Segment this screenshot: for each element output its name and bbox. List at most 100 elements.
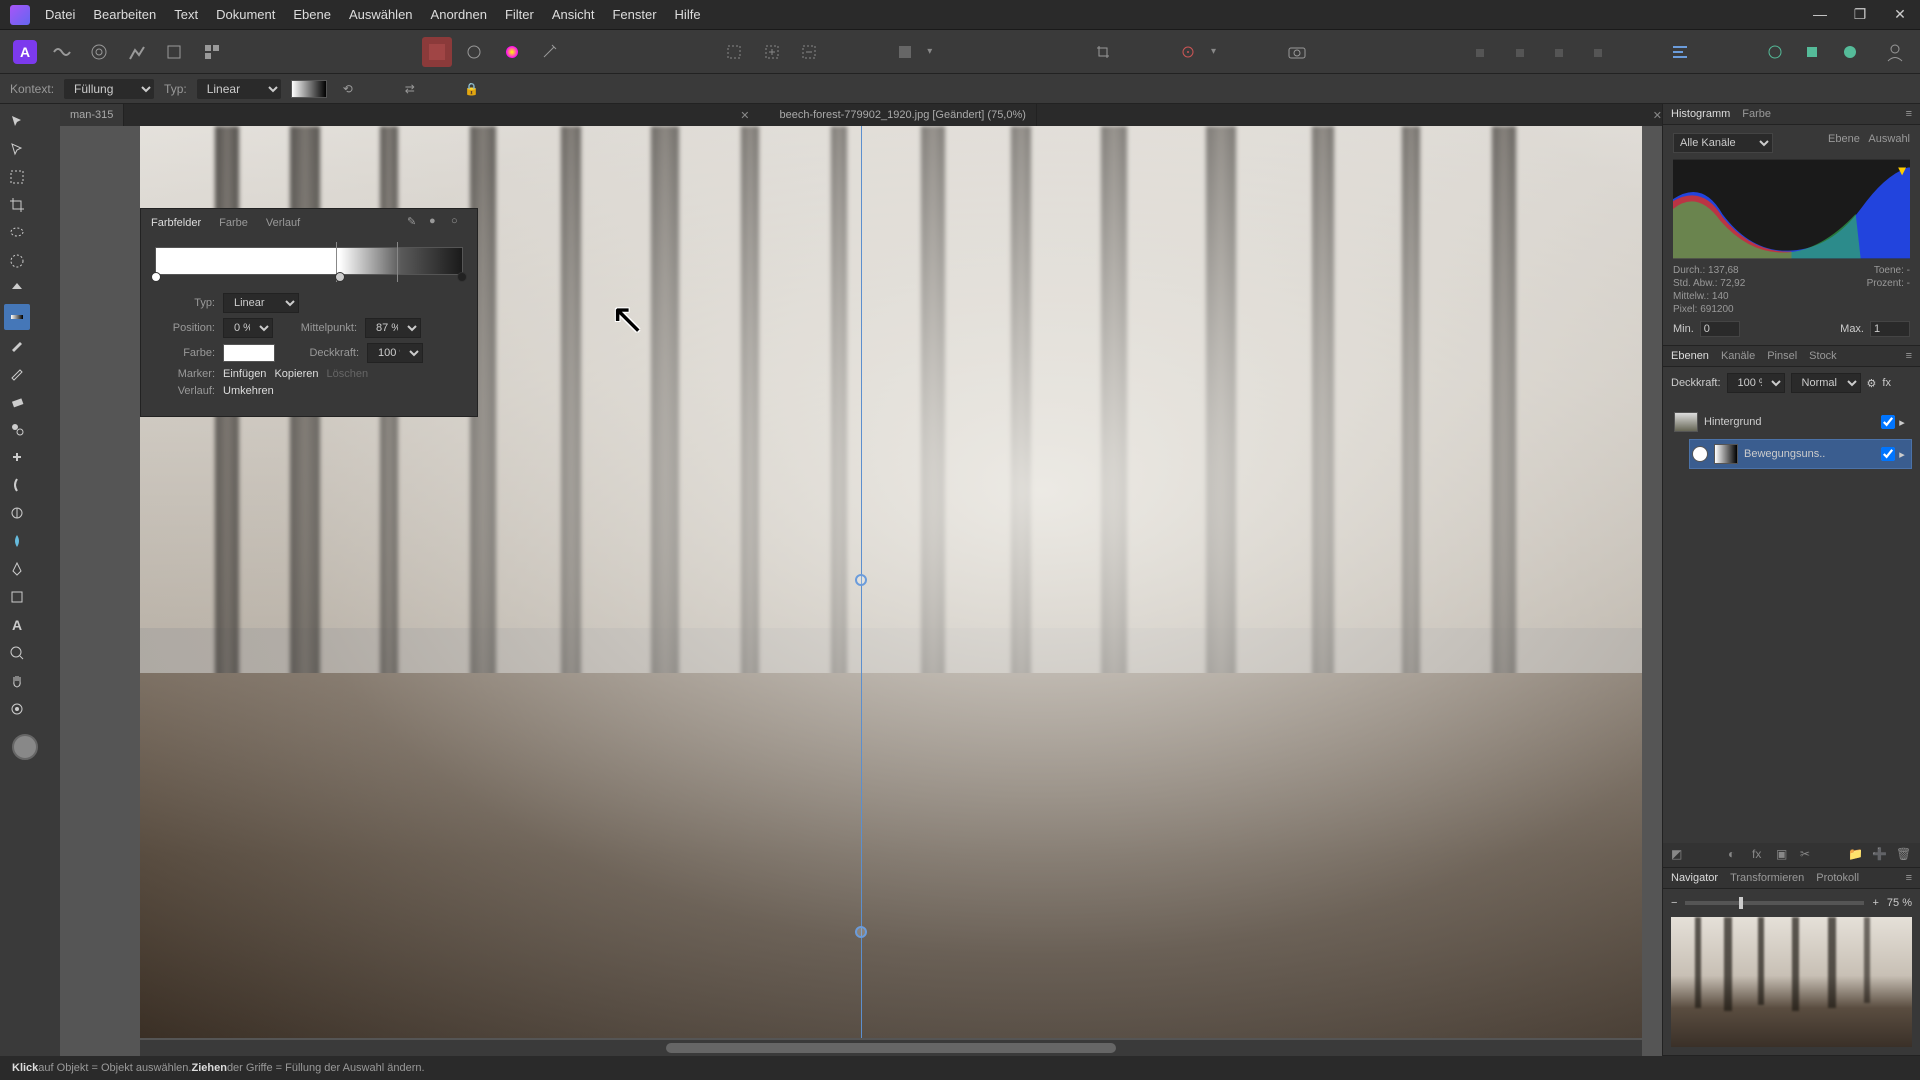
arrange-front-icon[interactable] <box>1580 37 1609 67</box>
menu-fenster[interactable]: Fenster <box>612 7 656 22</box>
account-icon[interactable] <box>1881 37 1910 67</box>
eraser-tool-icon[interactable] <box>4 388 30 414</box>
document-tab[interactable]: man-315 <box>60 104 124 126</box>
ebene-toggle[interactable]: Ebene <box>1828 133 1860 145</box>
circle-filled-icon[interactable]: ● <box>429 215 445 231</box>
gradient-editor-bar[interactable] <box>155 247 463 275</box>
tab-close-icon[interactable]: ✕ <box>740 109 749 122</box>
gear-icon[interactable]: ⚙ <box>1867 377 1877 390</box>
auswahl-toggle[interactable]: Auswahl <box>1868 133 1910 145</box>
flood-tool-icon[interactable] <box>4 276 30 302</box>
zoom-in-button[interactable]: + <box>1872 897 1878 909</box>
layer-opacity-field[interactable]: 100 % <box>1727 373 1785 393</box>
layer-item[interactable]: Hintergrund ▸ <box>1671 407 1912 437</box>
reverse-icon[interactable]: ⇄ <box>399 78 421 100</box>
layer-item[interactable]: Bewegungsuns.. ▸ <box>1689 439 1912 469</box>
photo-persona-icon[interactable] <box>422 37 451 67</box>
color-picker-tool-icon[interactable] <box>4 696 30 722</box>
histogram-tab[interactable]: Histogramm <box>1671 108 1730 120</box>
panel-menu-icon[interactable]: ≡ <box>1906 108 1912 120</box>
tab-close-icon[interactable]: ✕ <box>1653 109 1662 122</box>
insert-stop-link[interactable]: Einfügen <box>223 368 266 380</box>
sync-icon[interactable] <box>1760 37 1789 67</box>
close-icon[interactable]: ✕ <box>1890 6 1910 23</box>
cloud-icon[interactable] <box>1798 37 1827 67</box>
brushes-tab[interactable]: Pinsel <box>1767 350 1797 362</box>
eyedropper-icon[interactable]: ✎ <box>407 215 423 231</box>
arrange-back-icon[interactable] <box>1467 37 1496 67</box>
crop-tool-icon[interactable] <box>4 192 30 218</box>
mask-icon[interactable]: ◩ <box>1671 847 1687 863</box>
adjustment-icon[interactable]: ◐ <box>1728 847 1744 863</box>
liquify-persona-icon[interactable] <box>460 37 489 67</box>
max-field[interactable] <box>1870 321 1910 337</box>
history-tab[interactable]: Protokoll <box>1816 872 1859 884</box>
quickmask-icon[interactable] <box>890 37 919 67</box>
gradient-tab[interactable]: Verlauf <box>266 217 300 229</box>
crop-mask-icon[interactable]: ✂ <box>1800 847 1816 863</box>
stop-color-swatch[interactable] <box>223 344 275 362</box>
channels-tab[interactable]: Kanäle <box>1721 350 1755 362</box>
persona-export-icon[interactable] <box>197 37 226 67</box>
horizontal-scrollbar[interactable] <box>140 1040 1642 1056</box>
scrollbar-thumb[interactable] <box>666 1043 1117 1053</box>
rotate-icon[interactable]: ⟲ <box>337 78 359 100</box>
menu-bearbeiten[interactable]: Bearbeiten <box>93 7 156 22</box>
layers-tab[interactable]: Ebenen <box>1671 350 1709 362</box>
min-field[interactable] <box>1700 321 1740 337</box>
pen-tool-icon[interactable] <box>4 556 30 582</box>
target-icon[interactable] <box>1174 37 1203 67</box>
chevron-down-icon[interactable]: ▾ <box>1211 46 1216 57</box>
add-layer-icon[interactable]: ➕ <box>1872 847 1888 863</box>
align-icon[interactable] <box>1665 37 1694 67</box>
node-tool-icon[interactable] <box>4 136 30 162</box>
lasso-tool-icon[interactable] <box>4 220 30 246</box>
reverse-gradient-link[interactable]: Umkehren <box>223 385 274 397</box>
gradient-stop[interactable] <box>457 272 467 282</box>
group-icon[interactable]: 📁 <box>1848 847 1864 863</box>
midpoint-field[interactable]: 87 % <box>365 318 421 338</box>
selection-add-icon[interactable] <box>757 37 786 67</box>
gradient-midpoint[interactable] <box>397 242 405 282</box>
gradient-tool-icon[interactable] <box>4 304 30 330</box>
gradient-swatch[interactable] <box>291 80 327 98</box>
selection-tool-icon[interactable] <box>4 164 30 190</box>
share-icon[interactable] <box>1835 37 1864 67</box>
active-color-swatch[interactable] <box>12 734 38 760</box>
heal-tool-icon[interactable] <box>4 444 30 470</box>
type-select[interactable]: Linear <box>197 79 281 99</box>
opacity-field[interactable]: 100 % <box>367 343 423 363</box>
selection-sub-icon[interactable] <box>795 37 824 67</box>
circle-outline-icon[interactable]: ○ <box>451 215 467 231</box>
zoom-out-button[interactable]: − <box>1671 897 1677 909</box>
panel-menu-icon[interactable]: ≡ <box>1906 350 1912 362</box>
gradient-type-select[interactable]: Linear <box>223 293 299 313</box>
marquee-tool-icon[interactable] <box>4 248 30 274</box>
transform-tab[interactable]: Transformieren <box>1730 872 1804 884</box>
persona-develop-icon[interactable] <box>122 37 151 67</box>
app-logo-icon[interactable]: A <box>10 37 39 67</box>
fx-icon[interactable]: fx <box>1882 377 1891 389</box>
navigator-tab[interactable]: Navigator <box>1671 872 1718 884</box>
delete-layer-icon[interactable]: 🗑 <box>1896 847 1912 863</box>
color-tab[interactable]: Farbe <box>1742 108 1771 120</box>
magic-wand-icon[interactable] <box>534 37 563 67</box>
color-wheel-icon[interactable] <box>497 37 526 67</box>
arrange-backward-icon[interactable] <box>1505 37 1534 67</box>
persona-tone-icon[interactable] <box>160 37 189 67</box>
channel-select[interactable]: Alle Kanäle <box>1673 133 1773 153</box>
persona-liquify-icon[interactable] <box>85 37 114 67</box>
menu-filter[interactable]: Filter <box>505 7 534 22</box>
blend-mode-select[interactable]: Normal <box>1791 373 1861 393</box>
copy-stop-link[interactable]: Kopieren <box>274 368 318 380</box>
layer-visibility-toggle[interactable] <box>1881 415 1895 429</box>
blur-tool-icon[interactable] <box>4 528 30 554</box>
color-tab[interactable]: Farbe <box>219 217 248 229</box>
smudge-tool-icon[interactable] <box>4 472 30 498</box>
brush-tool-icon[interactable] <box>4 332 30 358</box>
chevron-down-icon[interactable]: ▾ <box>927 46 932 57</box>
navigator-preview[interactable] <box>1671 917 1912 1047</box>
text-tool-icon[interactable]: A <box>4 612 30 638</box>
arrange-forward-icon[interactable] <box>1542 37 1571 67</box>
chevron-right-icon[interactable]: ▸ <box>1895 448 1909 461</box>
